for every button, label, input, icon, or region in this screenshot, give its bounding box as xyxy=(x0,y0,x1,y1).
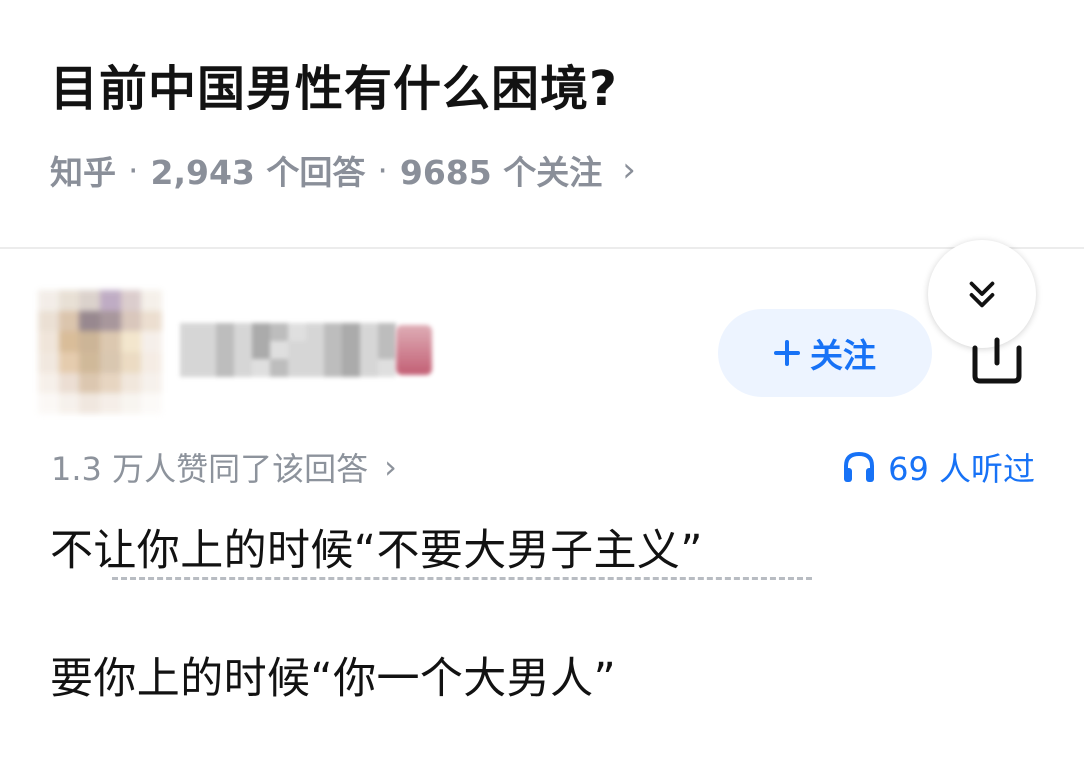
question-header: 目前中国男性有什么困境? 知乎 · 2,943 个回答 · 9685 个关注 › xyxy=(0,0,1084,248)
follower-count: 9685 个关注 xyxy=(399,153,603,192)
plus-icon xyxy=(774,340,800,366)
headphones-icon xyxy=(844,451,875,482)
question-title[interactable]: 目前中国男性有什么困境? xyxy=(50,54,618,124)
expand-button[interactable] xyxy=(928,240,1036,348)
chevron-right-icon: › xyxy=(622,150,636,190)
listen-count[interactable]: 69 人听过 xyxy=(815,443,1035,491)
section-divider xyxy=(0,247,1084,249)
listen-count-label: 69 人听过 xyxy=(888,450,1035,488)
dotted-underline xyxy=(112,577,812,580)
answer-line-1: 不让你上的时候“不要大男子主义” xyxy=(50,526,703,576)
avatar[interactable] xyxy=(38,290,162,414)
follow-label: 关注 xyxy=(810,336,876,375)
share-icon[interactable] xyxy=(968,336,1026,386)
answer-count: 2,943 个回答 xyxy=(150,153,366,192)
double-chevron-down-icon xyxy=(969,281,995,308)
author-badge-blurred xyxy=(396,325,432,375)
follow-button[interactable]: 关注 xyxy=(718,309,932,397)
meta-separator: · xyxy=(128,150,139,190)
answer-vote-count[interactable]: 1.3 万人赞同了该回答 › xyxy=(51,443,397,491)
vote-count-label: 1.3 万人赞同了该回答 xyxy=(51,450,369,488)
answer-line-2: 要你上的时候“你一个大男人” xyxy=(50,654,617,704)
chevron-right-icon: › xyxy=(384,448,397,486)
meta-separator: · xyxy=(377,150,388,190)
source-label: 知乎 xyxy=(50,153,116,192)
question-meta[interactable]: 知乎 · 2,943 个回答 · 9685 个关注 › xyxy=(50,145,636,195)
